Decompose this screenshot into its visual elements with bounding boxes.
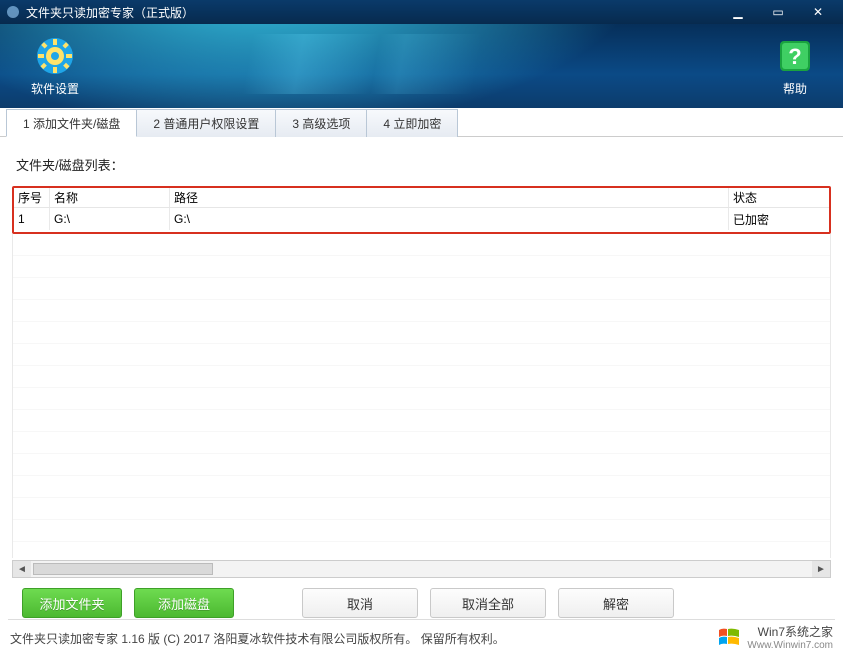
col-index[interactable]: 序号: [14, 188, 50, 207]
help-icon: ?: [775, 36, 815, 76]
toolbar: 软件设置 ? 帮助: [0, 24, 843, 108]
col-status[interactable]: 状态: [729, 188, 829, 207]
horizontal-scrollbar[interactable]: ◄ ►: [12, 560, 831, 578]
tab-label: 3 高级选项: [292, 115, 350, 132]
add-disk-button[interactable]: 添加磁盘: [134, 588, 234, 618]
col-name[interactable]: 名称: [50, 188, 170, 207]
brand-title: Win7系统之家: [758, 626, 833, 639]
title-bar: 文件夹只读加密专家（正式版） ▁ ▭ ✕: [0, 0, 843, 24]
svg-text:?: ?: [788, 44, 801, 69]
list-label: 文件夹/磁盘列表：: [16, 155, 831, 174]
cancel-all-button[interactable]: 取消全部: [430, 588, 546, 618]
cell-status: 已加密: [729, 208, 829, 230]
cell-name: G:\: [50, 208, 170, 230]
brand: Win7系统之家 Www.Winwin7.com: [717, 626, 833, 651]
tab-encrypt-now[interactable]: 4 立即加密: [367, 109, 458, 137]
status-bar: 文件夹只读加密专家 1.16 版 (C) 2017 洛阳夏冰软件技术有限公司版权…: [0, 620, 843, 657]
window-title: 文件夹只读加密专家（正式版）: [26, 4, 723, 21]
windows-flag-icon: [717, 626, 741, 651]
help-label: 帮助: [783, 80, 807, 97]
minimize-button[interactable]: ▁: [723, 4, 753, 20]
button-row: 添加文件夹 添加磁盘 取消 取消全部 解密: [12, 578, 831, 618]
cell-path: G:\: [170, 208, 729, 230]
content-area: 文件夹/磁盘列表： 序号 名称 路径 状态 1 G:\ G:\ 已加密 ◄ ► …: [0, 137, 843, 607]
app-icon: [6, 5, 20, 19]
tab-advanced-options[interactable]: 3 高级选项: [276, 109, 367, 137]
table-highlight-frame: 序号 名称 路径 状态 1 G:\ G:\ 已加密: [12, 186, 831, 234]
cancel-button[interactable]: 取消: [302, 588, 418, 618]
scroll-left-icon[interactable]: ◄: [13, 561, 31, 577]
maximize-button[interactable]: ▭: [763, 4, 793, 20]
col-path[interactable]: 路径: [170, 188, 729, 207]
tab-label: 2 普通用户权限设置: [153, 115, 259, 132]
brand-subtitle: Www.Winwin7.com: [747, 640, 833, 651]
table-empty-area: [12, 234, 831, 558]
table-header: 序号 名称 路径 状态: [14, 188, 829, 208]
add-folder-button[interactable]: 添加文件夹: [22, 588, 122, 618]
gear-icon: [35, 36, 75, 76]
scroll-right-icon[interactable]: ►: [812, 561, 830, 577]
help-button[interactable]: ? 帮助: [775, 36, 815, 97]
tab-label: 1 添加文件夹/磁盘: [23, 115, 120, 132]
table-row[interactable]: 1 G:\ G:\ 已加密: [14, 208, 829, 230]
tab-add-folder-disk[interactable]: 1 添加文件夹/磁盘: [6, 109, 137, 137]
settings-label: 软件设置: [31, 80, 79, 97]
copyright-text: 文件夹只读加密专家 1.16 版 (C) 2017 洛阳夏冰软件技术有限公司版权…: [10, 630, 505, 647]
tab-user-permissions[interactable]: 2 普通用户权限设置: [137, 109, 276, 137]
settings-button[interactable]: 软件设置: [10, 36, 100, 97]
decrypt-button[interactable]: 解密: [558, 588, 674, 618]
tab-label: 4 立即加密: [383, 115, 441, 132]
close-button[interactable]: ✕: [803, 4, 833, 20]
cell-index: 1: [14, 208, 50, 230]
scroll-track[interactable]: [31, 561, 812, 577]
scroll-thumb[interactable]: [33, 563, 213, 575]
tab-bar: 1 添加文件夹/磁盘 2 普通用户权限设置 3 高级选项 4 立即加密: [0, 108, 843, 137]
